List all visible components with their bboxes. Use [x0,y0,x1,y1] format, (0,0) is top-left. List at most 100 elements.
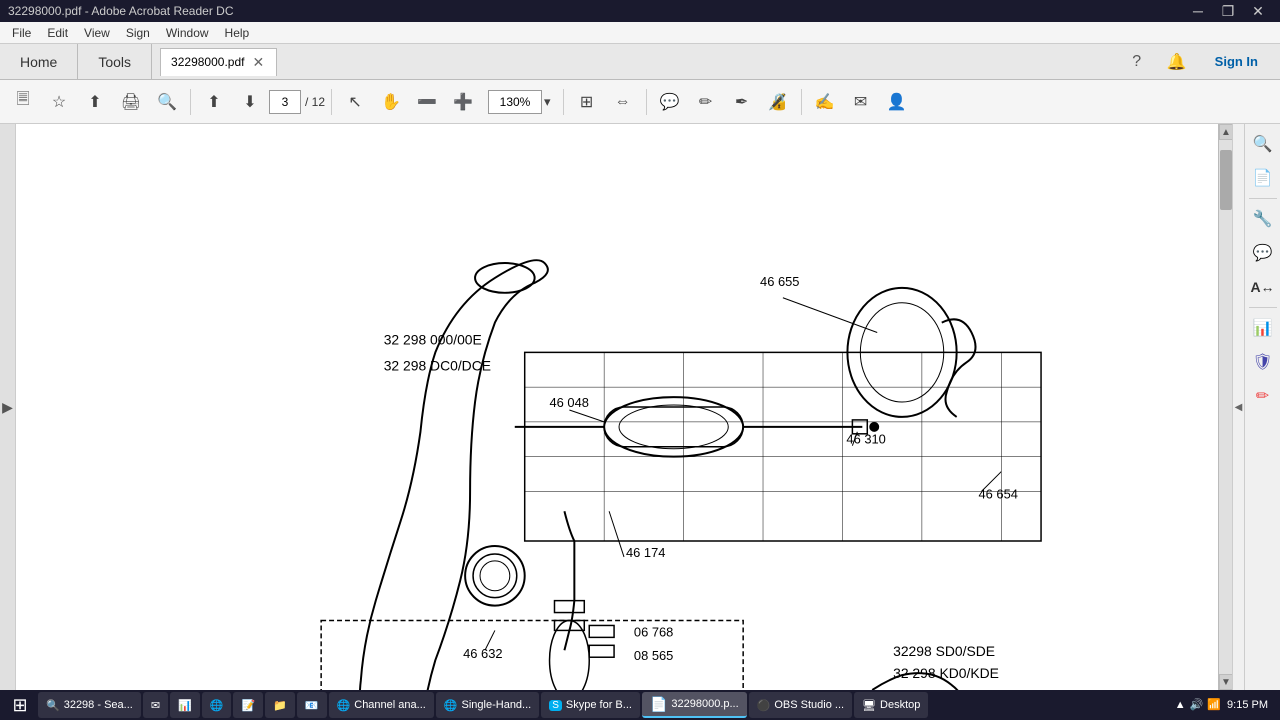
taskbar-item-desktop[interactable]: 🖥 Desktop [854,692,928,718]
separator-1 [190,89,191,115]
comment-button[interactable]: 💬 [653,85,687,119]
fit-width-button[interactable]: ⇔ [606,85,640,119]
export-panel-button[interactable]: 📊 [1247,312,1279,344]
taskbar-item-skype[interactable]: S Skype for B... [541,692,640,718]
tools-tab-label: Tools [98,54,131,70]
scroll-down-button[interactable]: ▼ [1219,674,1232,690]
taskbar-excel-icon: 📊 [178,699,192,712]
tab-tools[interactable]: Tools [78,44,152,79]
taskbar-acrobat-icon: 📄 [650,696,667,713]
help-button[interactable]: ? [1123,48,1151,76]
search-button[interactable]: 🔍 [150,85,184,119]
clock[interactable]: 9:15 PM [1227,698,1268,712]
open-button[interactable]: ⬆ [78,85,112,119]
right-panel-toggle[interactable]: ◀ [1232,124,1244,690]
stamp-button[interactable]: 🔏 [761,85,795,119]
svg-text:08 565: 08 565 [634,648,673,663]
start-button[interactable]: ⊞ [4,692,36,718]
left-panel-toggle[interactable]: ▶ [0,124,16,690]
menu-help[interactable]: Help [217,24,258,42]
title-bar: 32298000.pdf - Adobe Acrobat Reader DC ─… [0,0,1280,22]
prev-page-button[interactable]: ⬆ [197,85,231,119]
mail-button[interactable]: ✉ [844,85,878,119]
sign-document-button[interactable]: ✍ [808,85,842,119]
taskbar-item-obs[interactable]: ⚫ OBS Studio ... [749,692,852,718]
menu-edit[interactable]: Edit [39,24,76,42]
vertical-scrollbar[interactable]: ▲ ▼ [1218,124,1232,690]
close-button[interactable]: ✕ [1244,1,1272,21]
edit-panel-button[interactable]: ✏ [1247,380,1279,412]
print-icon: 🖨 [121,92,141,112]
search-panel-button[interactable]: 🔍 [1247,128,1279,160]
new-document-button[interactable]: 🗏 [6,85,40,119]
separator-2 [331,89,332,115]
comment-icon: 💬 [660,92,680,112]
page-total: / 12 [305,95,325,109]
prev-page-icon: ⬆ [207,92,220,112]
taskbar-item-mail[interactable]: ✉ [143,692,168,718]
taskbar-item-word[interactable]: 📝 [233,692,263,718]
taskbar-search-icon: 🔍 [46,699,60,712]
notifications-button[interactable]: 🔔 [1163,48,1191,76]
comment-panel-button[interactable]: 💬 [1247,237,1279,269]
windows-icon: ⊞ [12,695,27,716]
taskbar-obs-label: OBS Studio ... [774,699,844,711]
scroll-thumb[interactable] [1220,150,1232,210]
pen-button[interactable]: ✏ [689,85,723,119]
highlight-button[interactable]: ✒ [725,85,759,119]
new-doc-icon: 🗏 [17,88,30,115]
taskbar-item-search[interactable]: 🔍 32298 - Sea... [38,692,141,718]
zoom-out-button[interactable]: ➖ [410,85,444,119]
scroll-track[interactable] [1219,140,1232,674]
system-tray[interactable]: ▲ 🔊 📶 [1175,698,1221,711]
translate-panel-button[interactable]: A↔ [1247,271,1279,303]
taskbar: ⊞ 🔍 32298 - Sea... ✉ 📊 🌐 📝 📁 📧 🌐 Channel… [0,690,1280,720]
open-icon: ⬆ [88,92,101,112]
taskbar-item-browser[interactable]: 🌐 [202,692,232,718]
taskbar-item-acrobat[interactable]: 📄 32298000.p... [642,692,747,718]
select-tool-button[interactable]: ↖ [338,85,372,119]
fit-page-button[interactable]: ⊞ [570,85,604,119]
zoom-level[interactable]: ▾ [482,85,557,119]
restore-button[interactable]: ❐ [1214,1,1242,21]
taskbar-channel-label: Channel ana... [354,699,426,711]
svg-text:46 632: 46 632 [463,646,502,661]
page-thumbnail-icon: 📄 [1253,168,1273,188]
taskbar-mail-icon: ✉ [151,699,160,712]
svg-text:06 768: 06 768 [634,624,673,639]
minimize-button[interactable]: ─ [1184,1,1212,21]
bookmark-button[interactable]: ☆ [42,85,76,119]
tools-panel-button[interactable]: 🔧 [1247,203,1279,235]
menu-window[interactable]: Window [158,24,217,42]
page-number-input[interactable] [269,90,301,114]
taskbar-item-channel[interactable]: 🌐 Channel ana... [329,692,434,718]
menu-view[interactable]: View [76,24,118,42]
share-button[interactable]: 👤 [880,85,914,119]
next-page-button[interactable]: ⬇ [233,85,267,119]
file-tab[interactable]: 32298000.pdf ✕ [160,48,277,76]
taskbar-singlehand-icon: 🌐 [444,699,458,712]
taskbar-skype-label: Skype for B... [566,699,632,711]
zoom-input[interactable] [488,90,542,114]
taskbar-item-excel[interactable]: 📊 [170,692,200,718]
tray-network-icon: 📶 [1207,698,1221,711]
taskbar-item-folder[interactable]: 📁 [265,692,295,718]
zoom-in-button[interactable]: ➕ [446,85,480,119]
protect-panel-button[interactable]: 🛡 [1247,346,1279,378]
page-thumbnail-button[interactable]: 📄 [1247,162,1279,194]
tab-home[interactable]: Home [0,44,78,79]
sign-in-button[interactable]: Sign In [1203,50,1270,73]
next-page-icon: ⬇ [243,92,256,112]
menu-file[interactable]: File [4,24,39,42]
print-button[interactable]: 🖨 [114,85,148,119]
file-tab-close[interactable]: ✕ [250,54,266,71]
menu-sign[interactable]: Sign [118,24,158,42]
sign-icon: ✍ [815,92,835,112]
right-panel: 🔍 📄 🔧 💬 A↔ 📊 🛡 ✏ [1244,124,1280,690]
scroll-up-button[interactable]: ▲ [1219,124,1232,140]
nav-bar: Home Tools 32298000.pdf ✕ ? 🔔 Sign In [0,44,1280,80]
taskbar-item-singlehand[interactable]: 🌐 Single-Hand... [436,692,539,718]
taskbar-item-outlook[interactable]: 📧 [297,692,327,718]
tray-expand-icon: ▲ [1175,699,1186,711]
hand-tool-button[interactable]: ✋ [374,85,408,119]
